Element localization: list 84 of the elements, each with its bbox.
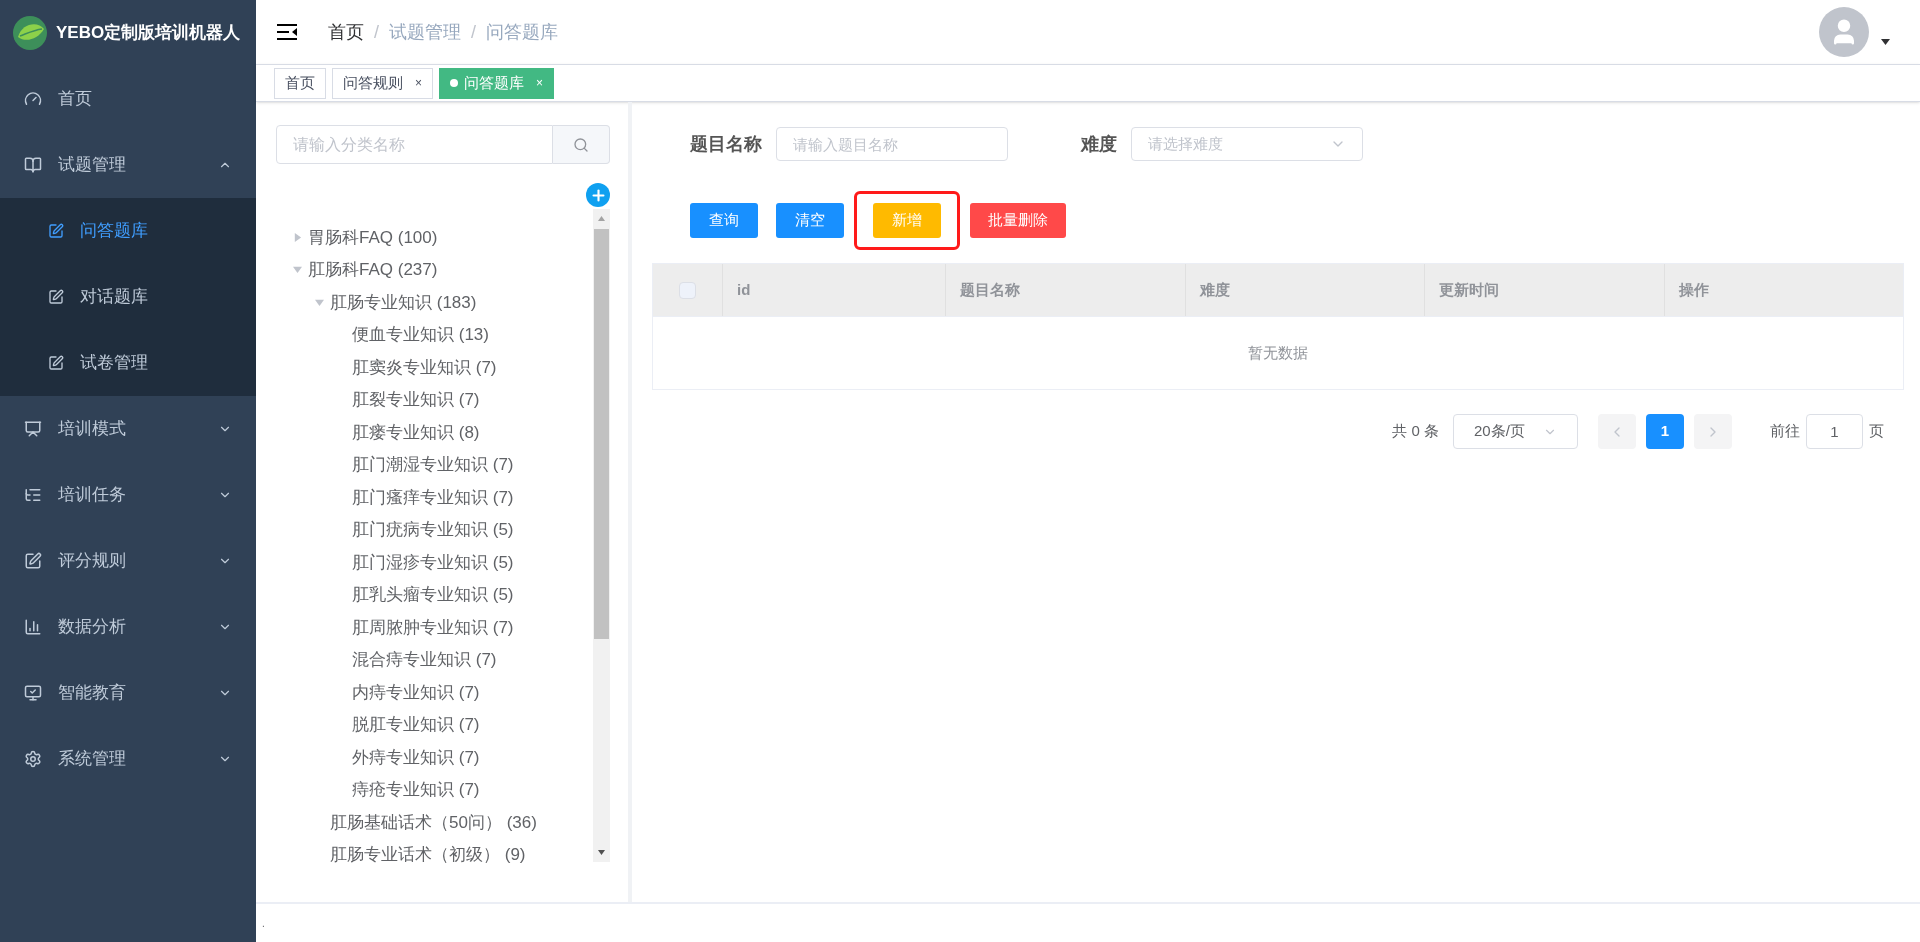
tree-node[interactable]: 肛乳头瘤专业知识 (5) — [286, 578, 593, 611]
tree-node[interactable]: 肛门湿疹专业知识 (5) — [286, 546, 593, 579]
page-tab[interactable]: 首页 — [274, 67, 326, 99]
edit-icon — [24, 552, 42, 570]
page-size-select[interactable]: 20条/页 — [1453, 414, 1578, 449]
next-page-button[interactable] — [1694, 414, 1732, 449]
name-input-field[interactable]: 请输入题目名称 — [776, 127, 1008, 161]
tree-node[interactable]: 肛门瘙痒专业知识 (7) — [286, 481, 593, 514]
tree-node[interactable]: 痔疮专业知识 (7) — [286, 773, 593, 806]
tree-node[interactable]: 肛肠专业话术（初级） (9) — [286, 838, 593, 871]
close-tab-button[interactable]: × — [415, 74, 422, 92]
book-icon — [24, 156, 42, 174]
breadcrumb-separator: / — [374, 20, 379, 44]
tree-node[interactable]: 肛裂专业知识 (7) — [286, 383, 593, 416]
settings-icon — [24, 750, 42, 768]
search-icon — [573, 136, 589, 153]
column-header: 更新时间 — [1425, 264, 1665, 316]
edit-icon — [48, 355, 64, 371]
submenu-item[interactable]: 试卷管理 — [0, 330, 256, 396]
caret-icon — [292, 265, 302, 275]
menu-item[interactable]: 数据分析 — [0, 594, 256, 660]
caret-icon — [292, 232, 302, 242]
column-header: 难度 — [1185, 264, 1425, 316]
action-button[interactable]: 清空 — [776, 203, 844, 238]
breadcrumb-separator: / — [471, 20, 477, 44]
menu-item[interactable]: 培训模式 — [0, 396, 256, 462]
bar-chart-icon — [24, 618, 42, 636]
tree-node[interactable]: 肛肠专业知识 (183) — [286, 286, 593, 319]
action-button[interactable]: 批量删除 — [970, 203, 1066, 238]
search-button[interactable] — [553, 125, 610, 164]
menu-icon[interactable] — [276, 23, 298, 41]
tree-node[interactable]: 便血专业知识 (13) — [286, 318, 593, 351]
tree-node[interactable]: 肛瘘专业知识 (8) — [286, 416, 593, 449]
leaf-logo-icon — [12, 15, 48, 51]
avatar[interactable] — [1819, 7, 1869, 57]
tree-node[interactable]: 脱肛专业知识 (7) — [286, 708, 593, 741]
menu-item[interactable]: 系统管理 — [0, 726, 256, 792]
menu-item[interactable]: 首页 — [0, 66, 256, 132]
breadcrumb-item: 问答题库 — [486, 20, 559, 44]
menu-item[interactable]: 评分规则 — [0, 528, 256, 594]
menu-item[interactable]: 试题管理 — [0, 132, 256, 198]
tree-node[interactable]: 肛肠基础话术（50问） (36) — [286, 806, 593, 839]
tree-node[interactable]: 肛门潮湿专业知识 (7) — [286, 448, 593, 481]
edit-icon — [48, 223, 64, 239]
menu-item[interactable]: 培训任务 — [0, 462, 256, 528]
tree-node[interactable]: 肛门疣病专业知识 (5) — [286, 513, 593, 546]
monitor-icon — [24, 684, 42, 702]
footer-text: . — [262, 916, 265, 931]
column-header: 操作 — [1677, 279, 1710, 300]
plus-icon — [589, 186, 607, 204]
total-count: 共 0 条 — [1392, 421, 1439, 442]
previous-page-button[interactable] — [1598, 414, 1636, 449]
category-search-field[interactable]: 请输入分类名称 — [276, 125, 553, 164]
submenu-item[interactable]: 问答题库 — [0, 198, 256, 264]
tree-node[interactable]: 肛窦炎专业知识 (7) — [286, 351, 593, 384]
tree-node[interactable]: 内痔专业知识 (7) — [286, 676, 593, 709]
gauge-icon — [24, 90, 42, 108]
tree-node[interactable]: 外痔专业知识 (7) — [286, 741, 593, 774]
tree-node[interactable]: 肛肠科FAQ (237) — [286, 253, 593, 286]
edit-icon — [48, 289, 64, 305]
breadcrumb-item: 试题管理 — [389, 20, 461, 44]
submenu-item[interactable]: 对话题库 — [0, 264, 256, 330]
empty-message: 暂无数据 — [1248, 342, 1308, 363]
caret-icon — [314, 297, 324, 307]
tree-node[interactable]: 胃肠科FAQ (100) — [286, 221, 593, 254]
breadcrumb-item[interactable]: 首页 — [328, 18, 364, 46]
tree-node[interactable]: 混合痔专业知识 (7) — [286, 643, 593, 676]
action-button[interactable]: 查询 — [690, 203, 758, 238]
goto-label: 前往 — [1770, 421, 1800, 442]
page-tab[interactable]: 问答规则 × — [332, 67, 433, 99]
page-suffix: 页 — [1869, 421, 1884, 442]
list-icon — [24, 486, 42, 504]
page-button[interactable]: 1 — [1646, 414, 1684, 449]
filter-label: 难度 — [1081, 132, 1117, 156]
column-header: 题目名称 — [946, 264, 1186, 316]
menu-item[interactable]: 智能教育 — [0, 660, 256, 726]
page-input-field[interactable]: 1 — [1806, 414, 1863, 449]
filter-label: 题目名称 — [690, 132, 762, 156]
column-header: id — [723, 264, 946, 316]
caret-icon[interactable] — [1881, 39, 1890, 45]
add-category-button[interactable] — [586, 183, 610, 207]
app-title: YEBO定制版培训机器人 — [56, 22, 241, 45]
monitor-icon — [24, 420, 42, 438]
tree-node[interactable]: 肛周脓肿专业知识 (7) — [286, 611, 593, 644]
